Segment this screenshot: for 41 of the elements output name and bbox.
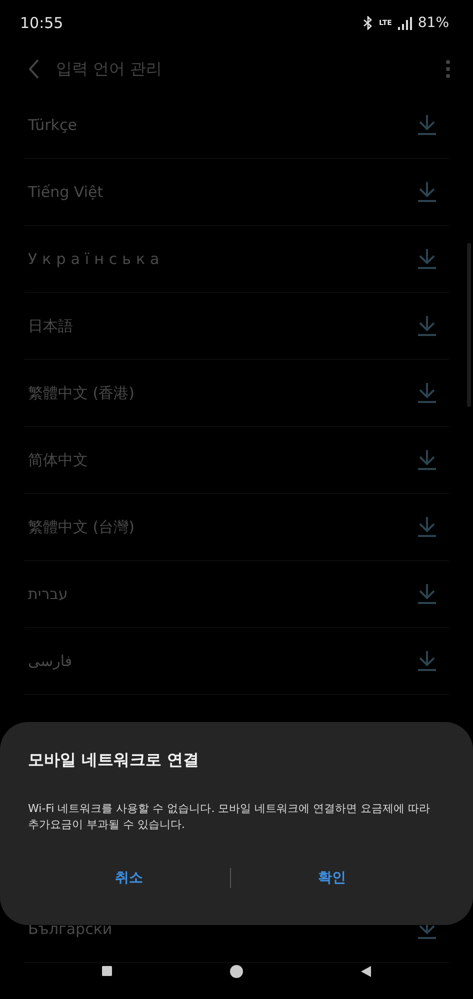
language-name: Tiếng Việt	[28, 183, 104, 201]
language-name: עברית	[28, 585, 68, 603]
bluetooth-icon	[363, 16, 374, 30]
download-icon[interactable]	[417, 650, 437, 672]
language-name: Українська	[28, 250, 164, 268]
recents-icon[interactable]	[102, 966, 112, 976]
language-item[interactable]: Türkçe	[24, 92, 449, 159]
language-item[interactable]: فارسی	[24, 628, 449, 695]
battery-level: 81%	[418, 15, 449, 31]
screen-title: 입력 언어 관리	[56, 58, 164, 80]
download-icon[interactable]	[417, 315, 437, 337]
dialog-button[interactable]: 확인	[231, 863, 433, 893]
download-icon[interactable]	[417, 516, 437, 538]
clock-time: 10:55	[20, 14, 64, 32]
language-item[interactable]: 日本語	[24, 293, 449, 360]
language-item[interactable]: 繁體中文 (台灣)	[24, 494, 449, 561]
dialog-button[interactable]: 취소	[28, 863, 230, 893]
language-item[interactable]: עברית	[24, 561, 449, 628]
dialog-message: Wi-Fi 네트워크를 사용할 수 없습니다. 모바일 네트워크에 연결하면 요금제에 따라 추가요금이 부과될 수 있습니다.	[28, 801, 432, 833]
language-item[interactable]: Українська	[24, 226, 449, 293]
language-item[interactable]: Tiếng Việt	[24, 159, 449, 226]
dialog-title: 모바일 네트워크로 연결	[28, 750, 200, 771]
home-icon[interactable]	[230, 964, 243, 978]
language-name: 简体中文	[28, 450, 88, 470]
language-name: 日本語	[28, 316, 73, 336]
download-icon[interactable]	[417, 114, 437, 136]
more-options-icon[interactable]	[445, 59, 451, 79]
language-name: 繁體中文 (香港)	[28, 384, 134, 402]
language-name: 繁體中文 (台灣)	[28, 518, 134, 536]
download-icon[interactable]	[417, 382, 437, 404]
language-item[interactable]: 繁體中文 (香港)	[24, 360, 449, 427]
download-icon[interactable]	[417, 181, 437, 203]
language-name: Türkçe	[28, 116, 77, 134]
back-nav-icon[interactable]	[361, 966, 371, 976]
signal-icon	[398, 16, 412, 30]
language-name: فارسی	[28, 652, 72, 670]
download-icon[interactable]	[417, 449, 437, 471]
language-name: Български	[28, 920, 112, 938]
download-icon[interactable]	[417, 583, 437, 605]
language-item[interactable]: 简体中文	[24, 427, 449, 494]
download-icon[interactable]	[417, 248, 437, 270]
